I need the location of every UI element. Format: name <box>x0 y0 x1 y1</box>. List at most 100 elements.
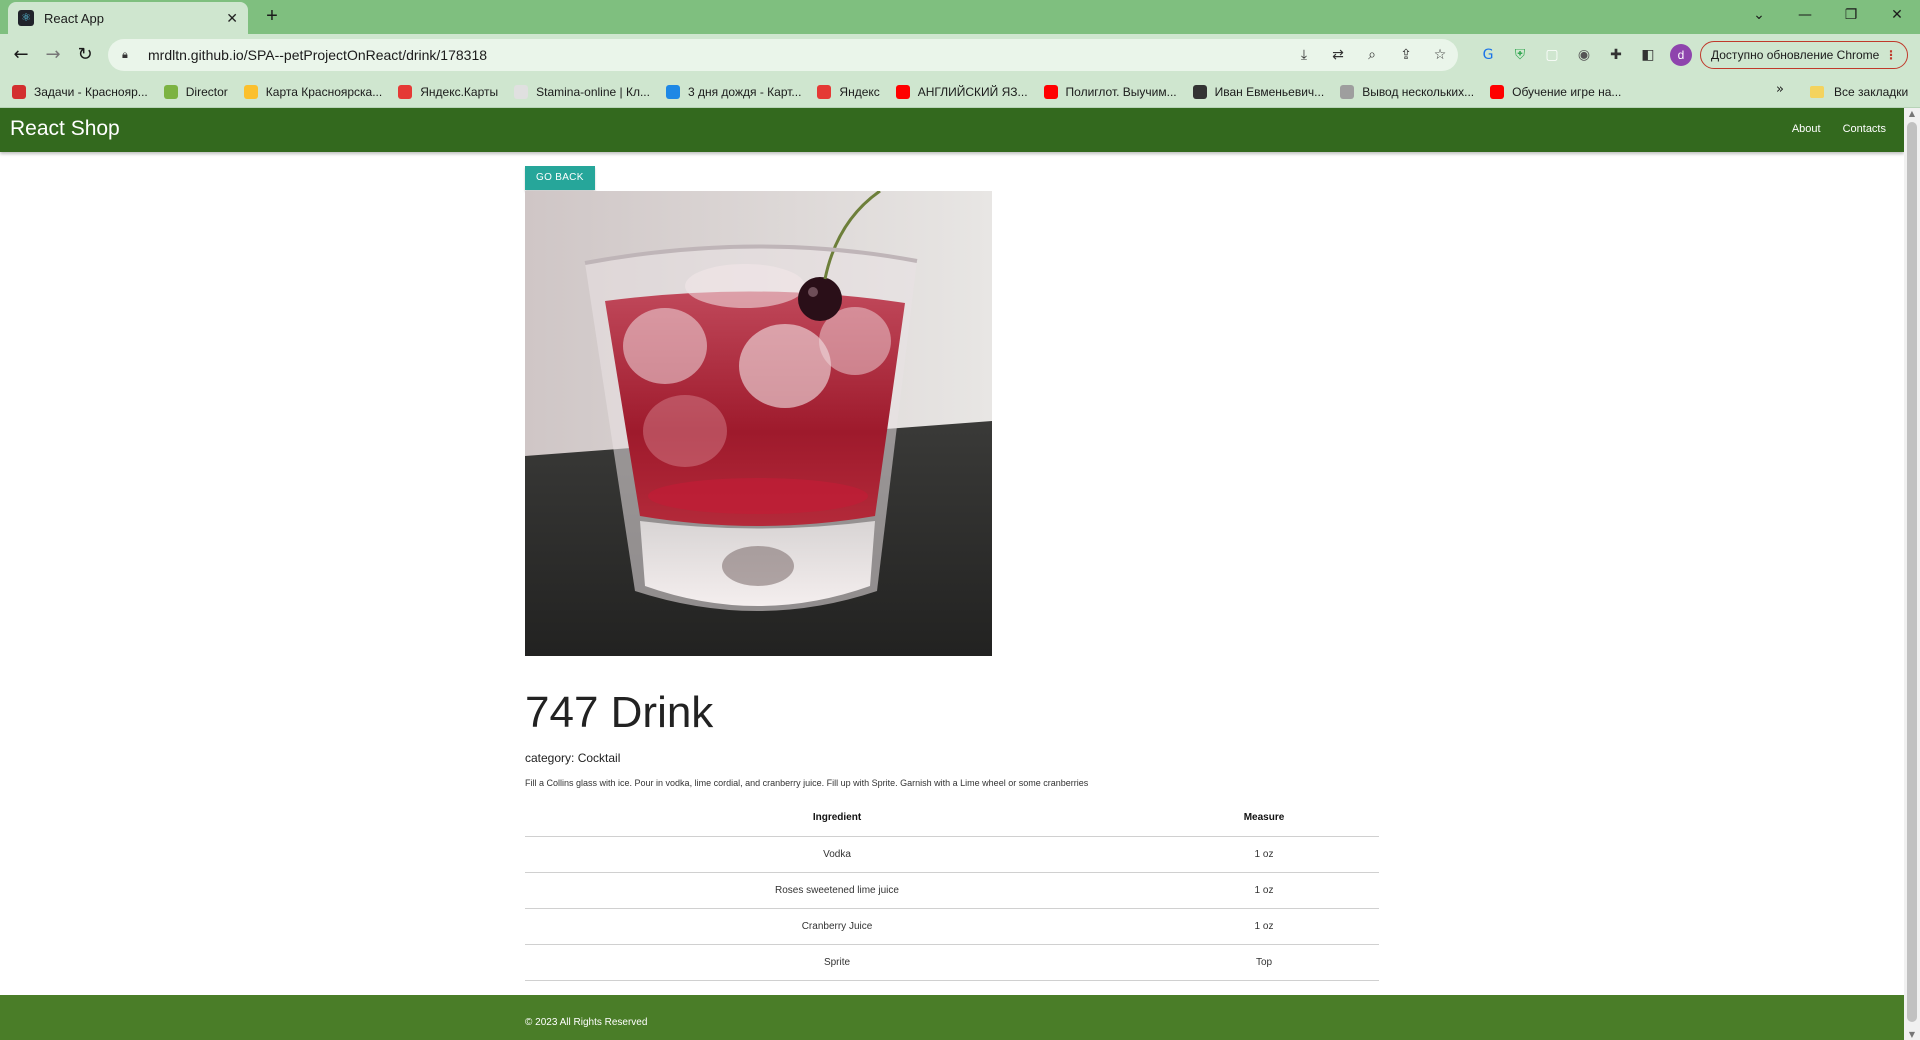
bookmark-favicon-icon <box>1192 84 1207 99</box>
bookmark-label: Полиглот. Выучим... <box>1065 84 1177 99</box>
blank-extension-icon[interactable]: ▢ <box>1540 43 1564 67</box>
bookmark-star-icon[interactable]: ☆ <box>1430 43 1450 67</box>
translate-icon[interactable]: ⇄ <box>1328 43 1348 67</box>
bookmark-favicon-icon <box>817 84 832 99</box>
drink-category: category: Cocktail <box>525 751 620 765</box>
bookmark-favicon-icon <box>12 84 26 99</box>
side-panel-icon[interactable]: ◧ <box>1636 43 1660 67</box>
scroll-up-icon[interactable]: ▲ <box>1904 109 1920 118</box>
bookmark-item[interactable]: Задачи - Краснояр... <box>12 84 148 99</box>
folder-icon <box>1810 86 1824 98</box>
bookmark-item[interactable]: Карта Красноярска... <box>243 84 383 99</box>
table-row: Sprite Top <box>525 944 1379 981</box>
bookmark-label: Director <box>185 84 228 99</box>
scroll-down-icon[interactable]: ▼ <box>1904 1030 1920 1039</box>
update-label: Доступно обновление Chrome <box>1711 48 1880 62</box>
bookmark-label: Карта Красноярска... <box>265 84 383 99</box>
bookmark-label: 3 дня дождя - Карт... <box>687 84 802 99</box>
nav-link-about[interactable]: About <box>1792 123 1821 135</box>
back-arrow-icon[interactable]: ← <box>9 43 33 67</box>
bookmark-item[interactable]: Вывод нескольких... <box>1340 84 1475 99</box>
forward-arrow-icon[interactable]: → <box>41 43 65 67</box>
drink-name: 747 Drink <box>525 688 714 737</box>
site-navbar: React Shop About Contacts <box>0 108 1904 152</box>
bookmarks-overflow-icon[interactable]: » <box>1776 82 1784 97</box>
browser-tab-strip: ⚛ React App ✕ + ⌄ — ❐ ✕ <box>0 0 1920 34</box>
bookmark-favicon-icon <box>665 84 680 99</box>
close-window-button[interactable]: ✕ <box>1874 0 1920 30</box>
bookmark-favicon-icon <box>243 84 258 99</box>
share-icon[interactable]: ⇪ <box>1396 43 1416 67</box>
copyright-text: © 2023 All Rights Reserved <box>525 1017 648 1028</box>
ingredient-name: Vodka <box>525 836 1149 873</box>
restore-button[interactable]: ❐ <box>1828 0 1874 30</box>
browser-tab[interactable]: ⚛ React App ✕ <box>8 2 248 34</box>
bookmark-label: Stamina-online | Кл... <box>536 84 650 99</box>
close-tab-icon[interactable]: ✕ <box>226 10 238 27</box>
bookmark-item[interactable]: Полиглот. Выучим... <box>1043 84 1177 99</box>
ingredients-table: Ingredient Measure Vodka 1 oz Roses sweete… <box>525 800 1379 981</box>
bookmark-label: Задачи - Краснояр... <box>34 84 148 99</box>
eye-extension-icon[interactable]: ◉ <box>1572 43 1596 67</box>
url-text[interactable]: mrdltn.github.io/SPA--petProjectOnReact/… <box>148 47 487 63</box>
address-bar[interactable]: 🔒︎ mrdltn.github.io/SPA--petProjectOnRea… <box>108 39 1458 71</box>
lock-icon: 🔒︎ <box>122 48 128 61</box>
bookmark-favicon-icon <box>398 84 413 99</box>
bookmark-item[interactable]: 3 дня дождя - Карт... <box>665 84 802 99</box>
header-measure: Measure <box>1149 800 1379 837</box>
site-brand[interactable]: React Shop <box>10 117 120 141</box>
table-header-row: Ingredient Measure <box>525 800 1379 837</box>
page-scrollbar[interactable]: ▲ ▼ <box>1904 108 1920 1040</box>
all-bookmarks-button[interactable]: Все закладки <box>1810 76 1908 108</box>
bookmark-label: АНГЛИЙСКИЙ ЯЗ... <box>917 84 1028 99</box>
bookmark-item[interactable]: Director <box>163 84 228 99</box>
bookmark-label: Иван Евменьевич... <box>1214 84 1325 99</box>
install-app-icon[interactable]: ⤓ <box>1294 43 1314 67</box>
zoom-icon[interactable]: ⌕ <box>1362 43 1382 67</box>
shield-extension-icon[interactable]: ⛨ <box>1508 43 1532 67</box>
minimize-button[interactable]: — <box>1782 0 1828 30</box>
bookmark-item[interactable]: Яндекс.Карты <box>398 84 499 99</box>
new-tab-button[interactable]: + <box>260 5 284 29</box>
bookmark-favicon-icon <box>1043 84 1058 99</box>
header-ingredient: Ingredient <box>525 800 1149 837</box>
bookmark-label: Яндекс.Карты <box>420 84 499 99</box>
bookmark-favicon-icon <box>514 84 529 99</box>
bookmark-item[interactable]: Яндекс <box>817 84 880 99</box>
ingredient-measure: 1 oz <box>1149 836 1379 873</box>
chrome-update-button[interactable]: Доступно обновление Chrome ⋮ <box>1700 41 1908 69</box>
table-row: Cranberry Juice 1 oz <box>525 908 1379 945</box>
ingredient-measure: Top <box>1149 944 1379 981</box>
category-value: Cocktail <box>577 751 621 765</box>
drink-photo <box>525 191 992 656</box>
google-translate-extension-icon[interactable]: G <box>1476 43 1500 67</box>
nav-link-contacts[interactable]: Contacts <box>1843 123 1886 135</box>
tab-search-icon[interactable]: ⌄ <box>1736 0 1782 30</box>
reload-icon[interactable]: ↻ <box>73 43 97 67</box>
bookmark-favicon-icon <box>1340 84 1355 99</box>
all-bookmarks-label: Все закладки <box>1834 85 1909 99</box>
tab-title: React App <box>44 10 104 26</box>
bookmark-favicon-icon <box>895 84 910 99</box>
ingredient-name: Cranberry Juice <box>525 908 1149 945</box>
table-row: Vodka 1 oz <box>525 836 1379 873</box>
bookmarks-bar: Задачи - Краснояр... Director Карта Красно… <box>0 76 1920 108</box>
extensions-puzzle-icon[interactable]: ✚ <box>1604 43 1628 67</box>
ingredient-measure: 1 oz <box>1149 908 1379 945</box>
more-menu-icon[interactable]: ⋮ <box>1885 48 1897 62</box>
site-footer: © 2023 All Rights Reserved <box>0 995 1904 1040</box>
bookmark-label: Вывод нескольких... <box>1362 84 1475 99</box>
bookmark-item[interactable]: Иван Евменьевич... <box>1192 84 1325 99</box>
go-back-button[interactable]: GO BACK <box>525 166 595 190</box>
bookmark-favicon-icon <box>163 84 178 99</box>
ingredient-measure: 1 oz <box>1149 872 1379 909</box>
page-viewport: React Shop About Contacts GO BACK 747 Dr… <box>0 108 1904 1040</box>
bookmark-item[interactable]: Stamina-online | Кл... <box>514 84 650 99</box>
category-label: category: <box>525 751 575 765</box>
bookmark-item[interactable]: АНГЛИЙСКИЙ ЯЗ... <box>895 84 1028 99</box>
profile-avatar[interactable]: d <box>1670 44 1692 66</box>
bookmark-item[interactable]: Обучение игре на... <box>1490 84 1621 99</box>
ingredient-name: Sprite <box>525 944 1149 981</box>
scrollbar-thumb[interactable] <box>1907 122 1917 1022</box>
bookmark-label: Яндекс <box>839 84 880 99</box>
